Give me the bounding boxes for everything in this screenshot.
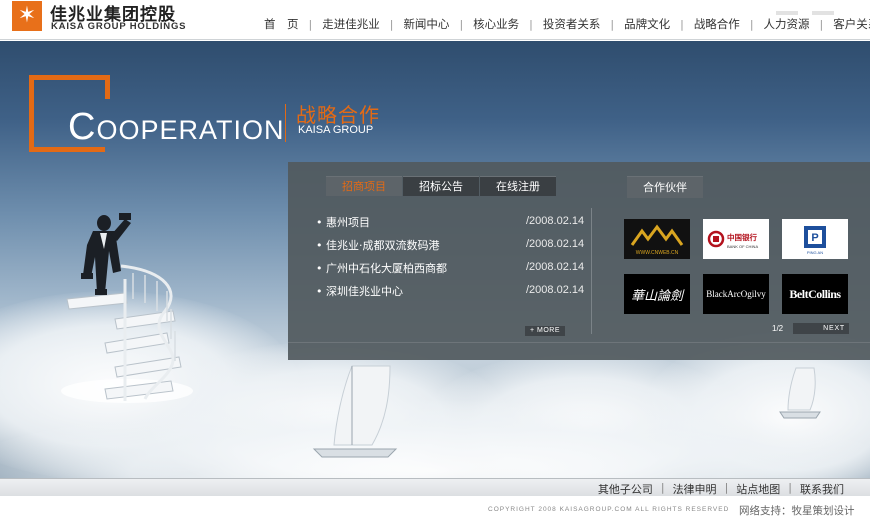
main-nav: 首 页 | 走进佳兆业 | 新闻中心 | 核心业务 | 投资者关系 | 品牌文化 | 战略合… [254,16,870,32]
page: ✶ 佳兆业集团控股 KAISA GROUP HOLDINGS 首 页 | 走进佳兆… [0,0,870,520]
nav-investor[interactable]: 投资者关系 [533,16,611,32]
cooperation-title: COOPERATION [68,106,285,148]
nav-business[interactable]: 核心业务 [463,16,529,32]
project-list: • 惠州项目/2008.02.14 • 佳兆业·成都双流数码港/2008.02.… [316,210,586,302]
copyright-text: COPYRIGHT 2008 KAISAGROUP.COM ALL RIGHTS… [488,506,730,513]
nav-about[interactable]: 走进佳兆业 [312,16,390,32]
partner-logo-beltcollins[interactable]: BeltCollins [782,274,848,314]
partner-logo-bank-of-china[interactable]: 中国银行 BANK OF CHINA [703,219,769,259]
nav-home[interactable]: 首 页 [254,16,309,32]
nav-cooperation[interactable]: 战略合作 [684,16,750,32]
list-item[interactable]: • 深圳佳兆业中心/2008.02.14 [316,279,586,302]
cooperation-panel: 招商项目 招标公告 在线注册 合作伙伴 • 惠州项目/2008.02.14 • … [288,162,870,360]
nav-customer[interactable]: 客户关系 [823,16,870,32]
footer-bar: 其他子公司 | 法律申明 | 站点地图 | 联系我们 [0,478,870,496]
list-item-title[interactable]: • 深圳佳兆业中心 [316,283,403,299]
title-divider [285,104,286,142]
list-item-date: /2008.02.14 [526,215,585,227]
list-item[interactable]: • 惠州项目/2008.02.14 [316,210,586,233]
utility-button[interactable] [776,11,798,15]
list-item-date: /2008.02.14 [526,284,585,296]
utility-button[interactable] [812,11,834,15]
panel-divider [591,208,592,334]
list-item-title[interactable]: • 广州中石化大厦柏西商都 [316,260,447,276]
logo-icon[interactable]: ✶ [12,1,42,31]
support-credit[interactable]: 网络支持：牧星策划设计 [739,503,855,518]
svg-text:PING AN: PING AN [807,250,823,255]
nav-hr[interactable]: 人力资源 [754,16,820,32]
panel-tabs: 招商项目 招标公告 在线注册 合作伙伴 [288,176,870,200]
svg-text:WWW.CNWEB.CN: WWW.CNWEB.CN [636,250,679,256]
footer-link-legal[interactable]: 法律申明 [665,481,725,497]
footer-link-sitemap[interactable]: 站点地图 [728,481,788,497]
list-item[interactable]: • 广州中石化大厦柏西商都/2008.02.14 [316,256,586,279]
footer-links: 其他子公司 | 法律申明 | 站点地图 | 联系我们 [590,481,852,497]
site-header: ✶ 佳兆业集团控股 KAISA GROUP HOLDINGS 首 页 | 走进佳兆… [0,0,870,40]
tab-investment-projects[interactable]: 招商项目 [326,176,402,196]
list-item-title[interactable]: • 佳兆业·成都双流数码港 [316,237,440,253]
logo-name-en[interactable]: KAISA GROUP HOLDINGS [51,21,186,32]
panel-bottom-line [288,342,870,343]
partner-logo-huashan[interactable]: 華山論劍 [624,274,690,314]
partner-logo-blackarc-ogilvy[interactable]: BlackArcOgilvy [703,274,769,314]
cooperation-subtitle-en: KAISA GROUP [298,124,374,136]
next-button[interactable]: NEXT [793,323,849,334]
list-item-title[interactable]: • 惠州项目 [316,214,370,230]
top-utility-buttons [776,0,848,15]
more-button[interactable]: + MORE [525,326,565,336]
tab-online-register[interactable]: 在线注册 [480,176,556,196]
list-item-date: /2008.02.14 [526,261,585,273]
list-item[interactable]: • 佳兆业·成都双流数码港/2008.02.14 [316,233,586,256]
nav-brand[interactable]: 品牌文化 [614,16,680,32]
tab-tender-notice[interactable]: 招标公告 [403,176,479,196]
svg-text:中国银行: 中国银行 [727,232,757,242]
list-item-date: /2008.02.14 [526,238,585,250]
partner-logo-cnweb[interactable]: WWW.CNWEB.CN [624,219,690,259]
svg-text:BANK OF CHINA: BANK OF CHINA [727,244,758,249]
tab-partners[interactable]: 合作伙伴 [627,176,703,198]
footer-link-contact[interactable]: 联系我们 [792,481,852,497]
partner-pager: 1/2 [772,324,784,333]
svg-text:P: P [811,232,818,244]
partner-logo-ping-an[interactable]: P PING AN [782,219,848,259]
footer-link-subsidiaries[interactable]: 其他子公司 [590,481,661,497]
nav-news[interactable]: 新闻中心 [393,16,459,32]
